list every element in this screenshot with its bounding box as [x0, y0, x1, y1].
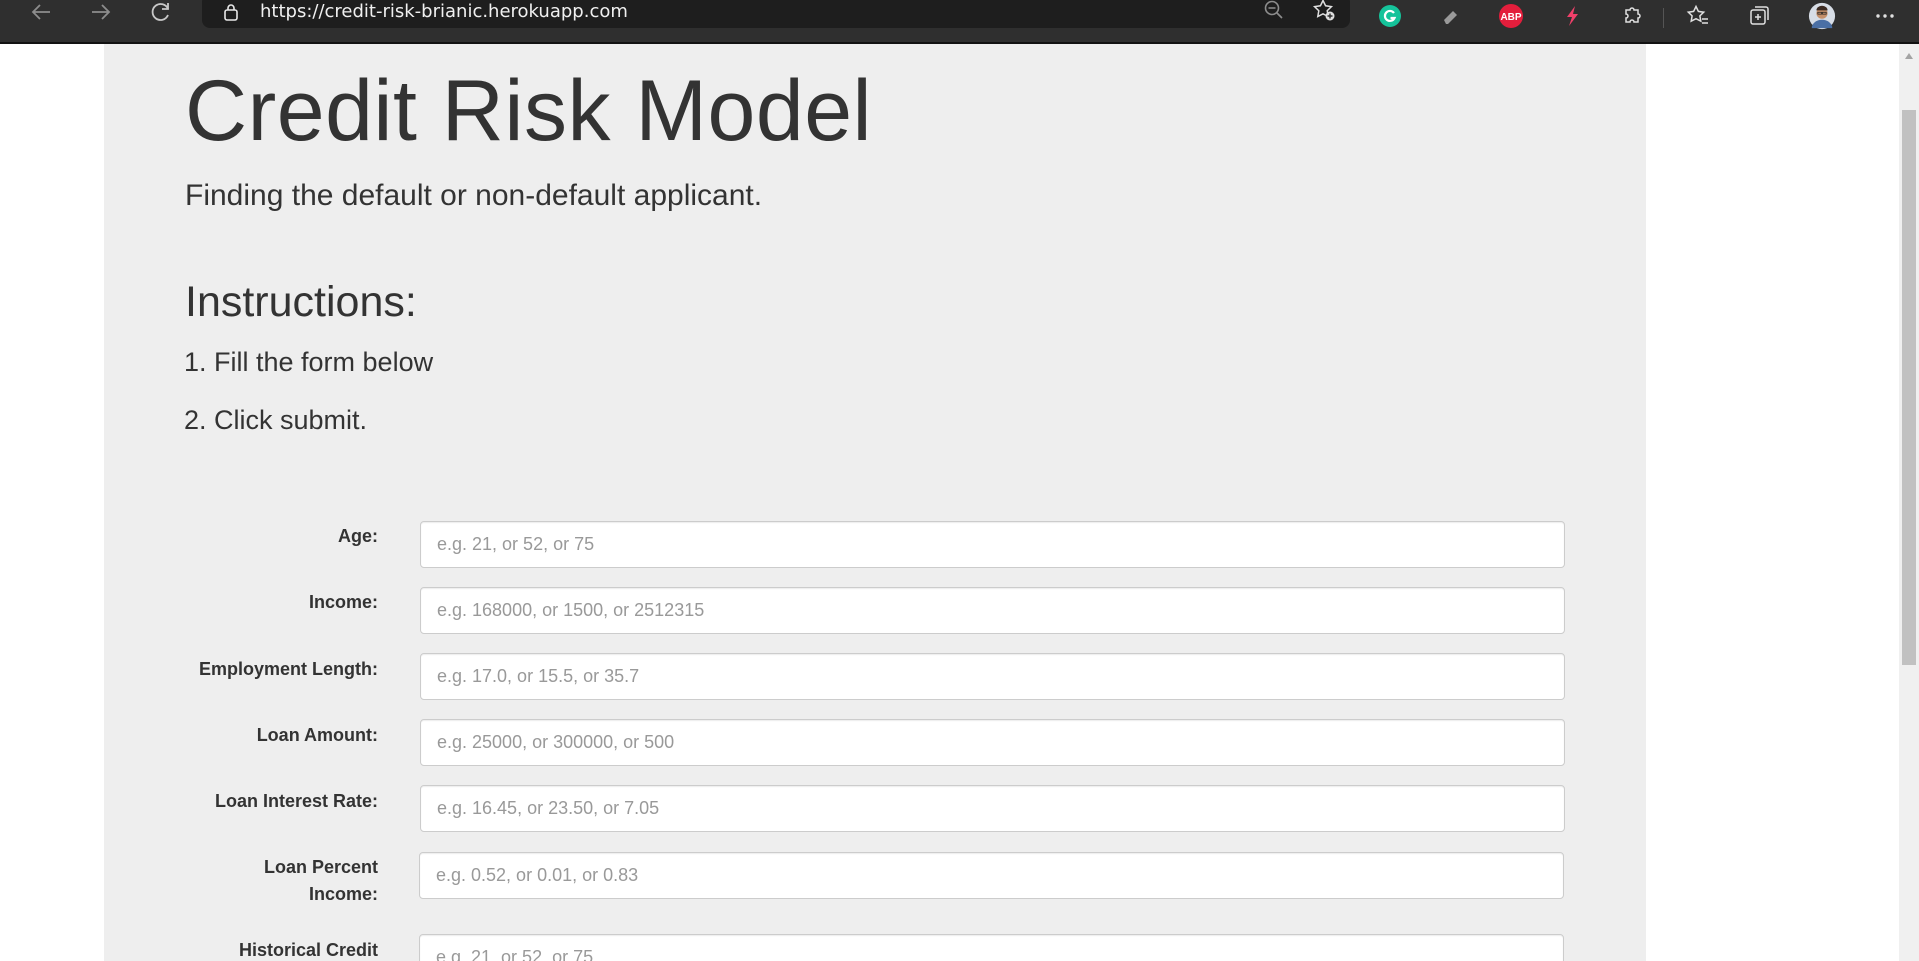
profile-button[interactable] [1808, 2, 1836, 30]
forward-arrow-icon [92, 4, 111, 20]
back-arrow-icon [31, 4, 50, 20]
zoom-out-icon [1264, 0, 1283, 19]
scroll-up-arrow-icon[interactable] [1899, 48, 1919, 64]
lightning-bolt-icon [1567, 6, 1578, 26]
grammarly-extension[interactable] [1376, 2, 1404, 30]
bolt-extension[interactable] [1558, 2, 1586, 30]
instruction-step-2: 2. Click submit. [184, 405, 368, 435]
refresh-icon [151, 3, 169, 21]
grammarly-icon [1379, 5, 1401, 27]
puzzle-piece-icon [1625, 7, 1641, 23]
income-input[interactable] [420, 587, 1565, 634]
browser-toolbar: https://credit-risk-brianic.herokuapp.co… [0, 0, 1919, 44]
adblock-plus-icon: ABP [1499, 4, 1523, 28]
url-text[interactable]: https://credit-risk-brianic.herokuapp.co… [260, 1, 628, 22]
loan-interest-rate-label: Loan Interest Rate: [214, 791, 378, 811]
eraser-icon [1444, 11, 1457, 24]
historical-credit-input[interactable] [419, 934, 1564, 961]
adblock-plus-extension[interactable]: ABP [1497, 2, 1525, 30]
back-button[interactable] [26, 0, 56, 24]
loan-amount-label: Loan Amount: [256, 725, 378, 745]
instruction-step-1: 1. Fill the form below [184, 347, 434, 377]
zoom-out-button[interactable] [1260, 0, 1288, 24]
instructions-heading: Instructions: [185, 278, 417, 326]
refresh-button[interactable] [146, 0, 176, 24]
vertical-scrollbar[interactable] [1899, 44, 1919, 961]
lock-icon[interactable] [222, 3, 240, 21]
more-dots-icon [1876, 14, 1894, 18]
extensions-button[interactable] [1618, 2, 1646, 30]
age-input[interactable] [420, 521, 1565, 568]
address-bar[interactable]: https://credit-risk-brianic.herokuapp.co… [202, 0, 1350, 28]
forward-button[interactable] [86, 0, 116, 24]
page-title: Credit Risk Model [185, 63, 873, 159]
toolbar-separator [1663, 8, 1664, 28]
loan-percent-income-label: Loan Percent Income: [263, 857, 378, 904]
settings-more-button[interactable] [1871, 2, 1899, 30]
page-viewport: Credit Risk Model Finding the default or… [0, 44, 1899, 961]
adblock-badge-text: ABP [1500, 12, 1521, 23]
employment-length-input[interactable] [420, 653, 1565, 700]
loan-percent-income-input[interactable] [419, 852, 1564, 899]
historical-credit-label: Historical Credit [238, 940, 378, 960]
page-subtitle: Finding the default or non-default appli… [185, 179, 763, 212]
income-label: Income: [308, 592, 378, 612]
scroll-thumb[interactable] [1902, 110, 1916, 665]
loan-interest-rate-input[interactable] [420, 785, 1565, 832]
collections-button[interactable] [1745, 2, 1773, 30]
avatar [1808, 2, 1836, 30]
add-favorite-button[interactable] [1310, 0, 1338, 24]
loan-amount-input[interactable] [420, 719, 1565, 766]
collections-icon [1750, 6, 1769, 25]
favorites-star-list-icon [1686, 4, 1708, 24]
eraser-extension[interactable] [1437, 2, 1465, 30]
employment-length-label: Employment Length: [199, 659, 378, 679]
star-add-icon [1312, 0, 1335, 21]
favorites-button[interactable] [1684, 2, 1712, 30]
age-label: Age: [338, 526, 378, 546]
